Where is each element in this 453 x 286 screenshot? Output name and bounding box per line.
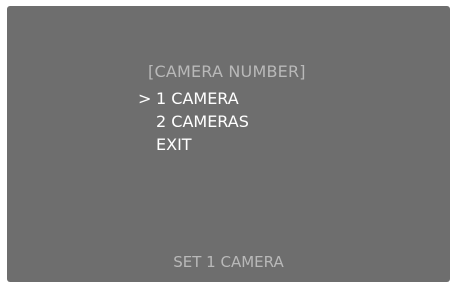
- menu-item-label: 1 CAMERA: [156, 89, 239, 108]
- status-text: SET 1 CAMERA: [173, 253, 284, 271]
- camera-number-menu: > 1 CAMERA 2 CAMERAS EXIT: [138, 87, 249, 156]
- selection-cursor-icon: >: [138, 89, 152, 108]
- menu-item-label: EXIT: [156, 135, 192, 154]
- menu-item-exit[interactable]: EXIT: [138, 133, 249, 156]
- menu-title: [CAMERA NUMBER]: [148, 62, 306, 81]
- osd-screen: [CAMERA NUMBER] > 1 CAMERA 2 CAMERAS EXI…: [7, 6, 450, 282]
- menu-item-1-camera[interactable]: > 1 CAMERA: [138, 87, 249, 110]
- menu-item-2-cameras[interactable]: 2 CAMERAS: [138, 110, 249, 133]
- menu-item-label: 2 CAMERAS: [156, 112, 249, 131]
